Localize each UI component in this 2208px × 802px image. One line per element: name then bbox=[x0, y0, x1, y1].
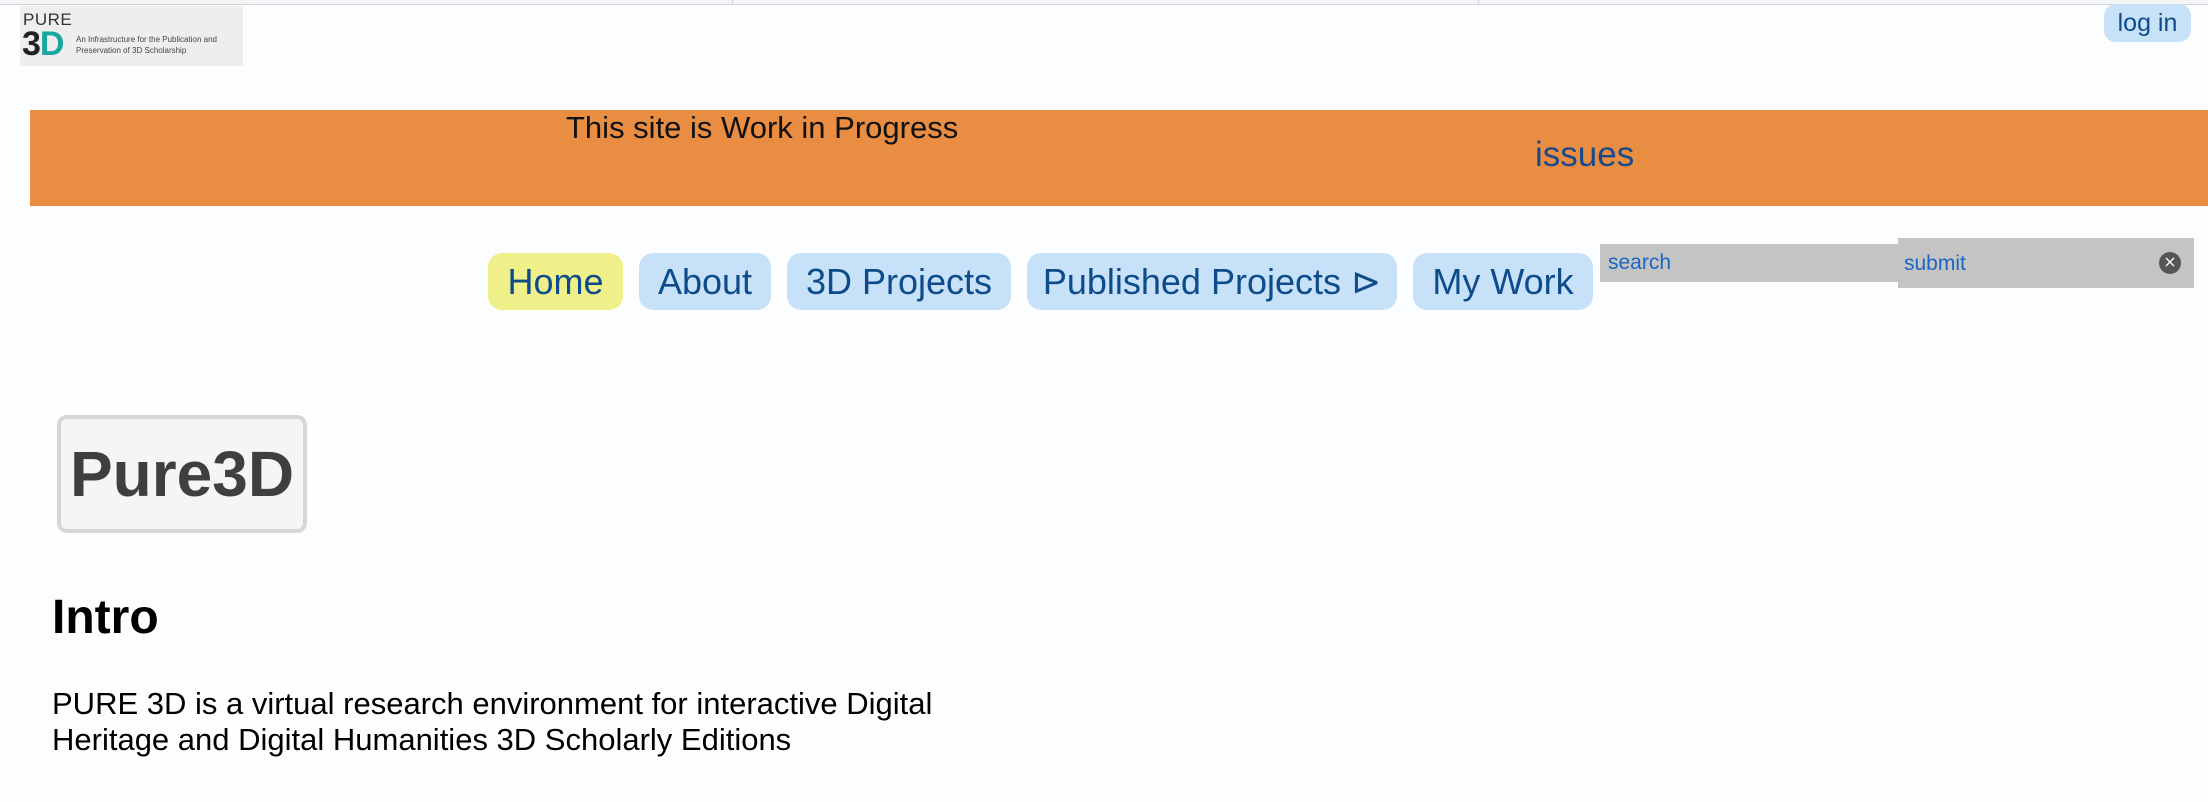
tab-divider bbox=[1478, 0, 1479, 5]
nav-3d-projects[interactable]: 3D Projects bbox=[787, 253, 1011, 310]
tab-divider bbox=[732, 0, 733, 5]
issues-link[interactable]: issues bbox=[1535, 130, 1634, 180]
pure3d-logo[interactable]: PURE 3D An Infrastructure for the Public… bbox=[20, 6, 243, 66]
nav-about[interactable]: About bbox=[639, 253, 771, 310]
nav-home[interactable]: Home bbox=[488, 253, 623, 310]
nav-published-projects[interactable]: Published Projects ⊳ bbox=[1027, 253, 1397, 310]
search-submit-area: submit ⨯ bbox=[1898, 238, 2194, 288]
logo-mark: 3D bbox=[22, 27, 82, 61]
intro-heading: Intro bbox=[52, 591, 159, 644]
wip-notice: This site is Work in Progress bbox=[566, 110, 959, 145]
submit-button[interactable]: submit bbox=[1904, 252, 1966, 276]
nav-my-work[interactable]: My Work bbox=[1413, 253, 1593, 310]
intro-paragraph: PURE 3D is a virtual research environmen… bbox=[52, 686, 933, 757]
browser-top-rule bbox=[0, 0, 2208, 5]
logo-mark-three: 3 bbox=[22, 25, 41, 63]
logo-mark-d: D bbox=[39, 25, 65, 63]
wip-banner: This site is Work in Progress issues bbox=[30, 110, 2208, 206]
logo-tagline: An Infrastructure for the Publication an… bbox=[76, 35, 217, 55]
login-button[interactable]: log in bbox=[2104, 4, 2191, 42]
site-title: Pure3D bbox=[69, 438, 295, 510]
clear-search-icon[interactable]: ⨯ bbox=[2159, 252, 2181, 274]
site-title-box: Pure3D bbox=[57, 415, 307, 533]
search-input[interactable] bbox=[1600, 244, 1899, 282]
